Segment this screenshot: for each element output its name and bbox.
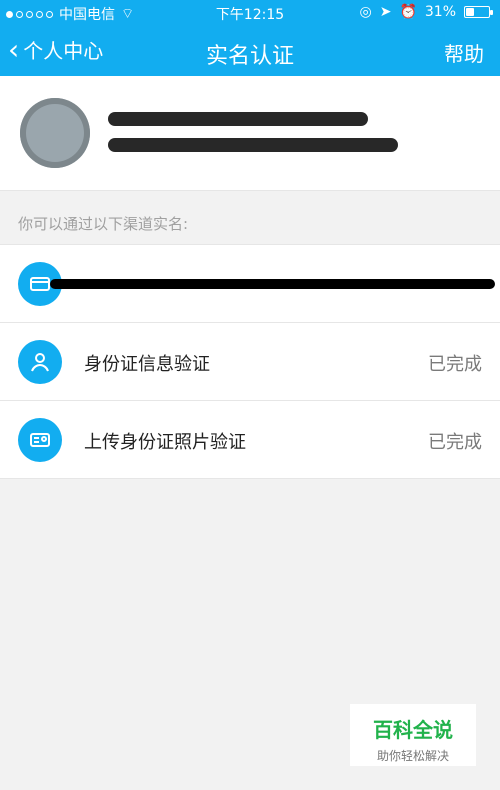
battery-fill <box>466 8 474 16</box>
help-button[interactable]: 帮助 <box>444 38 484 67</box>
profile-card <box>0 76 500 191</box>
user-icon <box>18 340 62 384</box>
top-bar: 中国电信 ⌔ 下午12:15 ◎ ➤ ⏰ 31% ‹ 个人中心 实名认证 帮助 <box>0 0 500 76</box>
list-item-bank-card[interactable] <box>0 245 500 323</box>
verification-methods-list: 身份证信息验证 已完成 上传身份证照片验证 已完成 <box>0 244 500 479</box>
id-card-icon <box>18 418 62 462</box>
method-label: 上传身份证照片验证 <box>84 432 246 453</box>
page-title: 实名认证 <box>205 44 294 69</box>
status-right: ◎ ➤ ⏰ 31% <box>359 4 493 20</box>
list-item-id-photo[interactable]: 上传身份证照片验证 已完成 <box>0 401 500 479</box>
method-label: 身份证信息验证 <box>84 354 210 375</box>
battery-icon <box>464 6 493 18</box>
navigation-bar: ‹ 个人中心 实名认证 帮助 <box>0 28 500 74</box>
status-bar: 中国电信 ⌔ 下午12:15 ◎ ➤ ⏰ 31% <box>0 0 500 26</box>
location-icon: ➤ <box>379 4 392 20</box>
method-status: 已完成 <box>428 432 482 453</box>
watermark: 百科全说 助你轻松解决 <box>350 704 476 766</box>
watermark-title: 百科全说 <box>373 718 453 742</box>
avatar <box>20 98 90 168</box>
lock-rotation-icon: ◎ <box>359 4 372 20</box>
method-status: 已完成 <box>428 354 482 375</box>
alarm-icon: ⏰ <box>399 4 417 20</box>
redacted-row <box>50 279 495 289</box>
list-item-id-info[interactable]: 身份证信息验证 已完成 <box>0 323 500 401</box>
redacted-name <box>108 112 368 126</box>
watermark-subtitle: 助你轻松解决 <box>376 749 449 763</box>
battery-percent: 31% <box>424 4 456 20</box>
section-hint: 你可以通过以下渠道实名: <box>18 215 189 233</box>
redacted-info <box>108 138 398 152</box>
